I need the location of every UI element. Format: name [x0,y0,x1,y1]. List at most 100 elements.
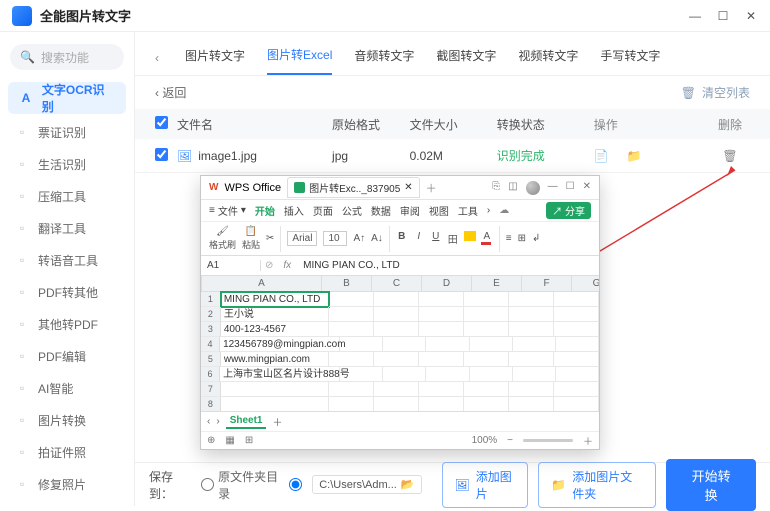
fill-color-button[interactable] [464,231,476,246]
sidebar-item-13[interactable]: ▫我的文件 [0,500,134,506]
sidebar-item-4[interactable]: ▫翻译工具 [0,212,134,244]
sidebar-item-12[interactable]: ▫修复照片 [0,468,134,500]
wps-share-button[interactable]: ↗ 分享 [546,202,591,219]
font-grow-icon[interactable]: A↑ [353,233,365,244]
bold-button[interactable]: B [396,231,408,246]
sidebar-item-7[interactable]: ▫其他转PDF [0,308,134,340]
tab-4[interactable]: 视频转文字 [518,41,578,74]
underline-button[interactable]: U [430,231,442,246]
zoom-out-icon[interactable]: − [507,435,513,446]
col-head-D[interactable]: D [422,276,472,292]
cell-a5[interactable]: www.mingpian.com [221,352,329,367]
wps-close-button[interactable]: ✕ [583,181,591,195]
wps-menu-5[interactable]: 审阅 [400,203,420,218]
sidebar-item-8[interactable]: ▫PDF编辑 [0,340,134,372]
add-folder-button[interactable]: 📁添加图片文件夹 [538,462,656,508]
tab-2[interactable]: 音频转文字 [354,41,414,74]
start-convert-button[interactable]: 开始转换 [666,459,756,511]
clear-list-button[interactable]: 🗑清空列表 [681,84,750,101]
font-shrink-icon[interactable]: A↓ [371,233,383,244]
wps-max-button[interactable]: ☐ [566,181,575,195]
view-result-button[interactable]: 📄 [594,149,609,163]
sheet-tab[interactable]: Sheet1 [226,414,267,429]
cell-a3[interactable]: 400-123-4567 [221,322,329,337]
status-view-icon[interactable]: ▦ [225,435,234,446]
wps-menu-6[interactable]: 视图 [429,203,449,218]
sidebar-item-11[interactable]: ▫拍证件照 [0,436,134,468]
save-original-radio[interactable]: 原文件夹目录 [201,468,279,502]
col-head-E[interactable]: E [472,276,522,292]
wps-menu-3[interactable]: 公式 [342,203,362,218]
font-size-select[interactable]: 10 [323,231,347,246]
sheet-next-icon[interactable]: › [216,416,219,427]
sheet-prev-icon[interactable]: ‹ [207,416,210,427]
sidebar-item-3[interactable]: ▫压缩工具 [0,180,134,212]
cell-a1[interactable]: MING PIAN CO., LTD [221,292,329,307]
sidebar-item-9[interactable]: ▫AI智能 [0,372,134,404]
tab-3[interactable]: 截图转文字 [436,41,496,74]
wps-icon-1[interactable]: ⎘ [492,181,500,195]
wps-doc-tab[interactable]: 图片转Exc.._837905 ✕ [287,177,420,198]
sidebar-item-1[interactable]: ▫票证识别 [0,116,134,148]
italic-button[interactable]: I [413,231,425,246]
status-layout-icon[interactable]: ⊞ [245,435,253,446]
select-all-checkbox[interactable] [155,116,168,129]
open-folder-button[interactable]: 📁 [627,149,642,163]
wps-menu-0[interactable]: 开始 [255,203,275,218]
merge-icon[interactable]: ⊞ [518,233,526,244]
search-input[interactable]: 🔍 搜索功能 [10,44,124,70]
tabs-back-icon[interactable]: ‹ [155,51,159,65]
wps-menu-file[interactable]: ≡ 文件 ▾ [209,203,246,218]
wps-new-tab-button[interactable]: ＋ [426,180,437,196]
sheet-add-icon[interactable]: ＋ [272,414,282,429]
cut-icon[interactable]: ✂ [266,233,274,244]
wps-cloud-icon[interactable]: ☁ [499,205,509,216]
save-path-input[interactable]: C:\Users\Adm... 📂 [312,475,421,494]
tab-1[interactable]: 图片转Excel [267,40,332,75]
tab-0[interactable]: 图片转文字 [185,41,245,74]
col-head-B[interactable]: B [322,276,372,292]
wps-menu-more-icon[interactable]: › [487,205,490,216]
close-tab-icon[interactable]: ✕ [404,182,412,193]
minimize-button[interactable]: — [688,9,702,23]
wps-menu-7[interactable]: 工具 [458,203,478,218]
sidebar-item-0[interactable]: A文字OCR识别 [8,82,126,114]
sidebar-item-6[interactable]: ▫PDF转其他 [0,276,134,308]
wps-avatar-icon[interactable] [526,181,540,195]
wps-icon-2[interactable]: ◫ [508,181,517,195]
back-link[interactable]: ‹ 返回 [155,84,186,101]
align-icon[interactable]: ≡ [506,233,512,244]
cell-a2[interactable]: 王小说 [221,307,329,322]
fx-cancel-icon[interactable]: ⊘ [261,260,277,271]
wps-menu-4[interactable]: 数据 [371,203,391,218]
sidebar-item-2[interactable]: ▫生活识别 [0,148,134,180]
cell-a7[interactable] [221,382,329,397]
wps-menu-2[interactable]: 页面 [313,203,333,218]
sidebar-item-10[interactable]: ▫图片转换 [0,404,134,436]
wps-grid[interactable]: ABCDEFG 1MING PIAN CO., LTD2王小说3400-123-… [201,276,599,411]
strike-button[interactable]: 田 [447,231,459,246]
tab-5[interactable]: 手写转文字 [600,41,660,74]
sidebar-item-5[interactable]: ▫转语音工具 [0,244,134,276]
col-head-F[interactable]: F [522,276,572,292]
close-button[interactable]: ✕ [744,9,758,23]
paste-icon[interactable]: 📋 [245,226,257,237]
col-head-G[interactable]: G [572,276,599,292]
zoom-level[interactable]: 100% [472,435,498,446]
font-color-button[interactable]: A [481,231,493,246]
wps-menu-1[interactable]: 插入 [284,203,304,218]
col-head-A[interactable]: A [202,276,322,292]
fx-value[interactable]: MING PIAN CO., LTD [297,260,406,271]
add-image-button[interactable]: 🖼添加图片 [442,462,529,508]
zoom-slider[interactable] [523,439,573,442]
zoom-in-icon[interactable]: ＋ [583,433,593,448]
status-mode-icon[interactable]: ⊕ [207,435,215,446]
cell-a4[interactable]: 123456789@mingpian.com [220,337,340,352]
font-select[interactable]: Arial [287,231,317,246]
maximize-button[interactable]: ☐ [716,9,730,23]
wrap-icon[interactable]: ↲ [532,233,540,244]
format-brush-icon[interactable]: 🖌 [216,226,229,237]
cell-ref-box[interactable]: A1 [201,260,261,271]
cell-a8[interactable] [221,397,329,411]
save-custom-radio[interactable] [289,478,302,491]
